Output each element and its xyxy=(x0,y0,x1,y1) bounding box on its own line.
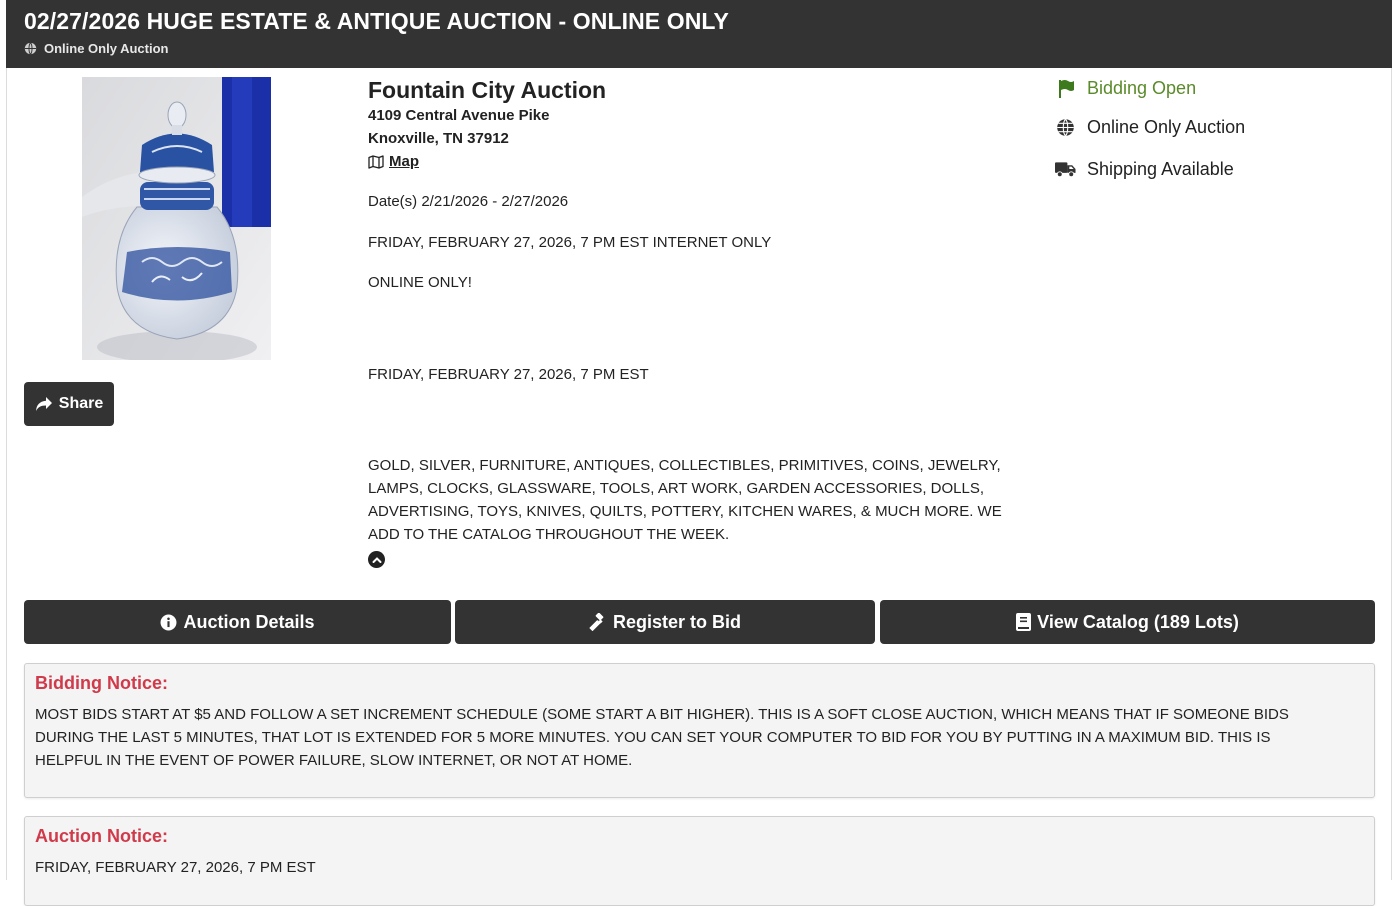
bidding-notice-title: Bidding Notice: xyxy=(35,673,168,693)
auction-type-label: Online Only Auction xyxy=(24,41,168,56)
map-label: Map xyxy=(389,153,419,170)
status-shipping: Shipping Available xyxy=(1055,158,1234,180)
flag-icon xyxy=(1055,78,1076,99)
auction-title: 02/27/2026 HUGE ESTATE & ANTIQUE AUCTION… xyxy=(24,8,729,34)
auction-dates: Date(s) 2/21/2026 - 2/27/2026 xyxy=(368,193,569,210)
status-bidding-open: Bidding Open xyxy=(1055,77,1196,99)
description-line: GOLD, SILVER, FURNITURE, ANTIQUES, COLLE… xyxy=(368,457,1001,474)
bidding-notice: Bidding Notice: MOST BIDS START AT $5 AN… xyxy=(24,663,1375,798)
status-online-label: Online Only Auction xyxy=(1087,116,1246,137)
register-to-bid-button[interactable]: Register to Bid xyxy=(455,600,875,644)
auctioneer-info: Fountain City Auction 4109 Central Avenu… xyxy=(368,76,1028,174)
auction-type-text: Online Only Auction xyxy=(44,41,169,56)
description-line: LAMPS, CLOCKS, GLASSWARE, TOOLS, ART WOR… xyxy=(368,480,985,497)
auction-notice-body: FRIDAY, FEBRUARY 27, 2026, 7 PM EST xyxy=(35,859,316,876)
view-catalog-button[interactable]: View Catalog (189 Lots) xyxy=(880,600,1375,644)
auction-actions: Auction Details Register to Bid View Cat… xyxy=(0,600,1399,644)
view-catalog-label: View Catalog (189 Lots) xyxy=(1037,611,1239,632)
auction-notice: Auction Notice: FRIDAY, FEBRUARY 27, 202… xyxy=(24,816,1375,906)
auction-details-label: Auction Details xyxy=(183,611,315,632)
auction-time-line: FRIDAY, FEBRUARY 27, 2026, 7 PM EST xyxy=(368,366,649,383)
globe-icon xyxy=(24,42,37,55)
map-icon xyxy=(368,154,384,169)
register-to-bid-label: Register to Bid xyxy=(612,611,741,632)
map-link[interactable]: Map xyxy=(368,150,419,173)
auction-header: 02/27/2026 HUGE ESTATE & ANTIQUE AUCTION… xyxy=(6,0,1392,68)
description-line: ADVERTISING, TOYS, KNIVES, QUILTS, POTTE… xyxy=(368,503,1002,520)
gavel-icon xyxy=(589,613,607,631)
bidding-notice-body: MOST BIDS START AT $5 AND FOLLOW A SET I… xyxy=(35,703,1355,772)
book-icon xyxy=(1016,613,1032,631)
auctioneer-name: Fountain City Auction xyxy=(368,77,607,103)
bidding-notice-line: MOST BIDS START AT $5 AND FOLLOW A SET I… xyxy=(35,706,1289,723)
auction-photo[interactable] xyxy=(82,77,271,360)
auction-notice-title: Auction Notice: xyxy=(35,826,168,846)
auction-description: GOLD, SILVER, FURNITURE, ANTIQUES, COLLE… xyxy=(368,454,1028,546)
share-icon xyxy=(35,396,53,412)
chevron-up-icon xyxy=(372,556,382,564)
share-button[interactable]: Share xyxy=(24,382,114,426)
address-line-2: Knoxville, TN 37912 xyxy=(368,130,509,147)
status-online-only: Online Only Auction xyxy=(1055,116,1245,138)
status-shipping-label: Shipping Available xyxy=(1087,158,1234,179)
collapse-description-button[interactable] xyxy=(368,551,385,568)
auction-schedule-line: FRIDAY, FEBRUARY 27, 2026, 7 PM EST INTE… xyxy=(368,234,772,251)
online-only-line: ONLINE ONLY! xyxy=(368,274,472,291)
share-label: Share xyxy=(58,395,104,412)
description-line: ADD TO THE CATALOG THROUGHOUT THE WEEK. xyxy=(368,526,730,543)
auction-details-button[interactable]: Auction Details xyxy=(24,600,451,644)
address-line-1: 4109 Central Avenue Pike xyxy=(368,107,550,124)
info-icon xyxy=(160,614,177,631)
status-bidding-label: Bidding Open xyxy=(1087,77,1197,98)
truck-icon xyxy=(1055,159,1076,180)
bidding-notice-line: HELPFUL IN THE EVENT OF POWER FAILURE, S… xyxy=(35,752,633,769)
bidding-notice-line: DURING THE LAST 5 MINUTES, THAT LOT IS E… xyxy=(35,729,1271,746)
globe-icon xyxy=(1055,117,1076,138)
